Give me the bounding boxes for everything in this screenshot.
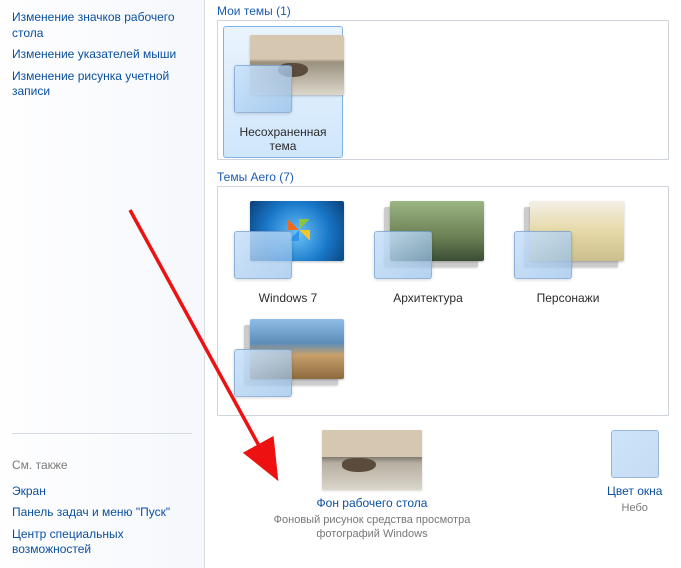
section-box-my-themes: Несохраненная тема [217, 20, 669, 160]
link-display[interactable]: Экран [12, 484, 192, 500]
link-change-mouse-pointers[interactable]: Изменение указателей мыши [12, 47, 192, 63]
wallpaper-thumb [322, 430, 422, 490]
link-change-account-picture[interactable]: Изменение рисунка учетной записи [12, 69, 192, 100]
theme-thumb [508, 197, 628, 287]
theme-thumb [228, 31, 348, 121]
sidebar-bottom-links: Экран Панель задач и меню "Пуск" Центр с… [12, 478, 192, 564]
theme-label: Несохраненная тема [228, 125, 338, 153]
theme-item-architecture[interactable]: Архитектура [368, 197, 488, 305]
window-color-preview [234, 349, 292, 397]
window-color-preview [514, 231, 572, 279]
theme-label: Windows 7 [228, 291, 348, 305]
link-change-desktop-icons[interactable]: Изменение значков рабочего стола [12, 10, 192, 41]
section-header-aero-themes: Темы Aero (7) [217, 170, 669, 184]
theme-item-landscapes[interactable] [228, 315, 348, 409]
theme-label: Архитектура [368, 291, 488, 305]
link-ease-of-access[interactable]: Центр специальных возможностей [12, 527, 192, 558]
theme-thumb [368, 197, 488, 287]
theme-thumb [228, 315, 348, 405]
window-color-link[interactable]: Цвет окна [607, 484, 662, 498]
window-color-preview [234, 231, 292, 279]
wallpaper-link[interactable]: Фон рабочего стола [257, 496, 487, 510]
window-color-thumb [611, 430, 659, 478]
section-box-aero-themes: Windows 7 Архитектура [217, 186, 669, 416]
theme-item-windows7[interactable]: Windows 7 [228, 197, 348, 305]
sidebar: Изменение значков рабочего стола Изменен… [0, 0, 205, 568]
main-panel: Мои темы (1) Несохраненная тема Темы Aer… [205, 0, 681, 568]
section-my-themes: Мои темы (1) Несохраненная тема [217, 4, 669, 160]
see-also-label: См. также [12, 458, 192, 472]
window-color-preview [234, 65, 292, 113]
section-aero-themes: Темы Aero (7) Windows 7 Архитектура [217, 170, 669, 416]
theme-thumb [228, 197, 348, 287]
theme-item-characters[interactable]: Персонажи [508, 197, 628, 305]
bottom-settings: Фон рабочего стола Фоновый рисунок средс… [217, 430, 669, 542]
section-header-my-themes: Мои темы (1) [217, 4, 669, 18]
link-taskbar-startmenu[interactable]: Панель задач и меню "Пуск" [12, 505, 192, 521]
window-color-preview [374, 231, 432, 279]
theme-label: Персонажи [508, 291, 628, 305]
bottom-window-color[interactable]: Цвет окна Небо [607, 430, 662, 516]
window-color-description: Небо [607, 502, 662, 516]
bottom-wallpaper[interactable]: Фон рабочего стола Фоновый рисунок средс… [257, 430, 487, 542]
theme-item-unsaved[interactable]: Несохраненная тема [223, 26, 343, 158]
sidebar-top-links: Изменение значков рабочего стола Изменен… [12, 4, 192, 106]
sidebar-divider [12, 433, 192, 434]
wallpaper-description: Фоновый рисунок средства просмотра фотог… [257, 514, 487, 542]
